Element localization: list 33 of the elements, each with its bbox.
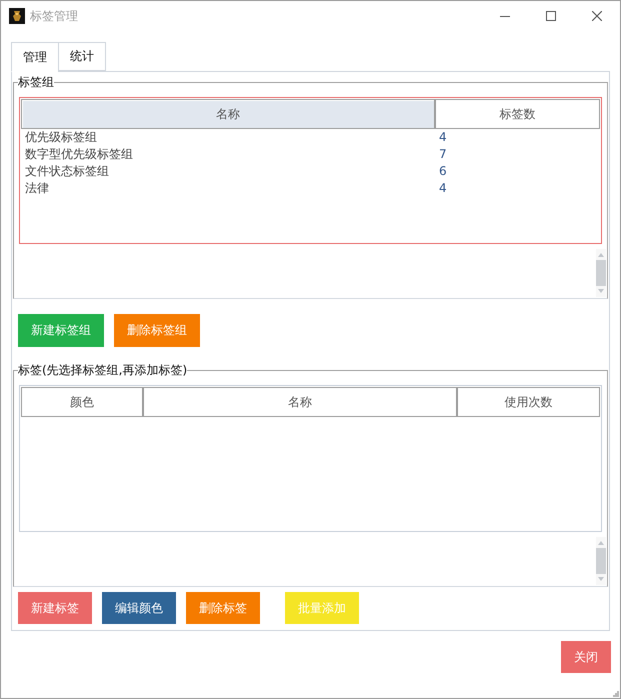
group-title: 标签(先选择标签组,再添加标签) <box>18 363 188 378</box>
table-cell-text: 7 <box>438 146 448 163</box>
list-view[interactable]: 名称 标签数 优先级标签组 4 数字型优先级标签组 7 文件状态标签组 6 法律 4 <box>19 97 602 244</box>
table-cell-text: 4 <box>438 129 448 146</box>
window-title: 标签管理 <box>30 8 78 24</box>
table-cell-text: 法律 <box>24 180 50 197</box>
close-icon <box>592 11 602 21</box>
column-header[interactable]: 名称 <box>143 387 457 417</box>
scrollbar[interactable] <box>596 537 606 585</box>
scroll-up-icon <box>598 253 604 257</box>
tab[interactable]: 统计 <box>58 42 106 71</box>
app-icon <box>9 8 25 24</box>
scroll-down-icon <box>598 289 604 293</box>
scroll-up-icon <box>598 541 604 545</box>
maximize-icon <box>546 11 556 21</box>
column-header[interactable]: 标签数 <box>435 99 600 129</box>
table-cell-text: 数字型优先级标签组 <box>24 146 134 163</box>
action-button[interactable]: 编辑颜色 <box>102 592 176 624</box>
list-view[interactable]: 颜色 名称 使用次数 <box>19 385 602 532</box>
table-cell-text: 文件状态标签组 <box>24 163 110 180</box>
tab[interactable]: 管理 <box>11 42 58 72</box>
table-cell-text: 4 <box>438 180 448 197</box>
column-header[interactable]: 名称 <box>21 99 435 129</box>
table-cell-text: 优先级标签组 <box>24 129 98 146</box>
column-header[interactable]: 使用次数 <box>457 387 600 417</box>
group-title: 标签组 <box>18 75 54 90</box>
table-cell-text: 6 <box>438 163 448 180</box>
column-header[interactable]: 颜色 <box>21 387 143 417</box>
scroll-thumb[interactable] <box>596 548 606 574</box>
resize-grip-icon <box>613 691 619 697</box>
scroll-down-icon <box>598 577 604 581</box>
scroll-thumb[interactable] <box>596 260 606 286</box>
scrollbar[interactable] <box>596 249 606 297</box>
